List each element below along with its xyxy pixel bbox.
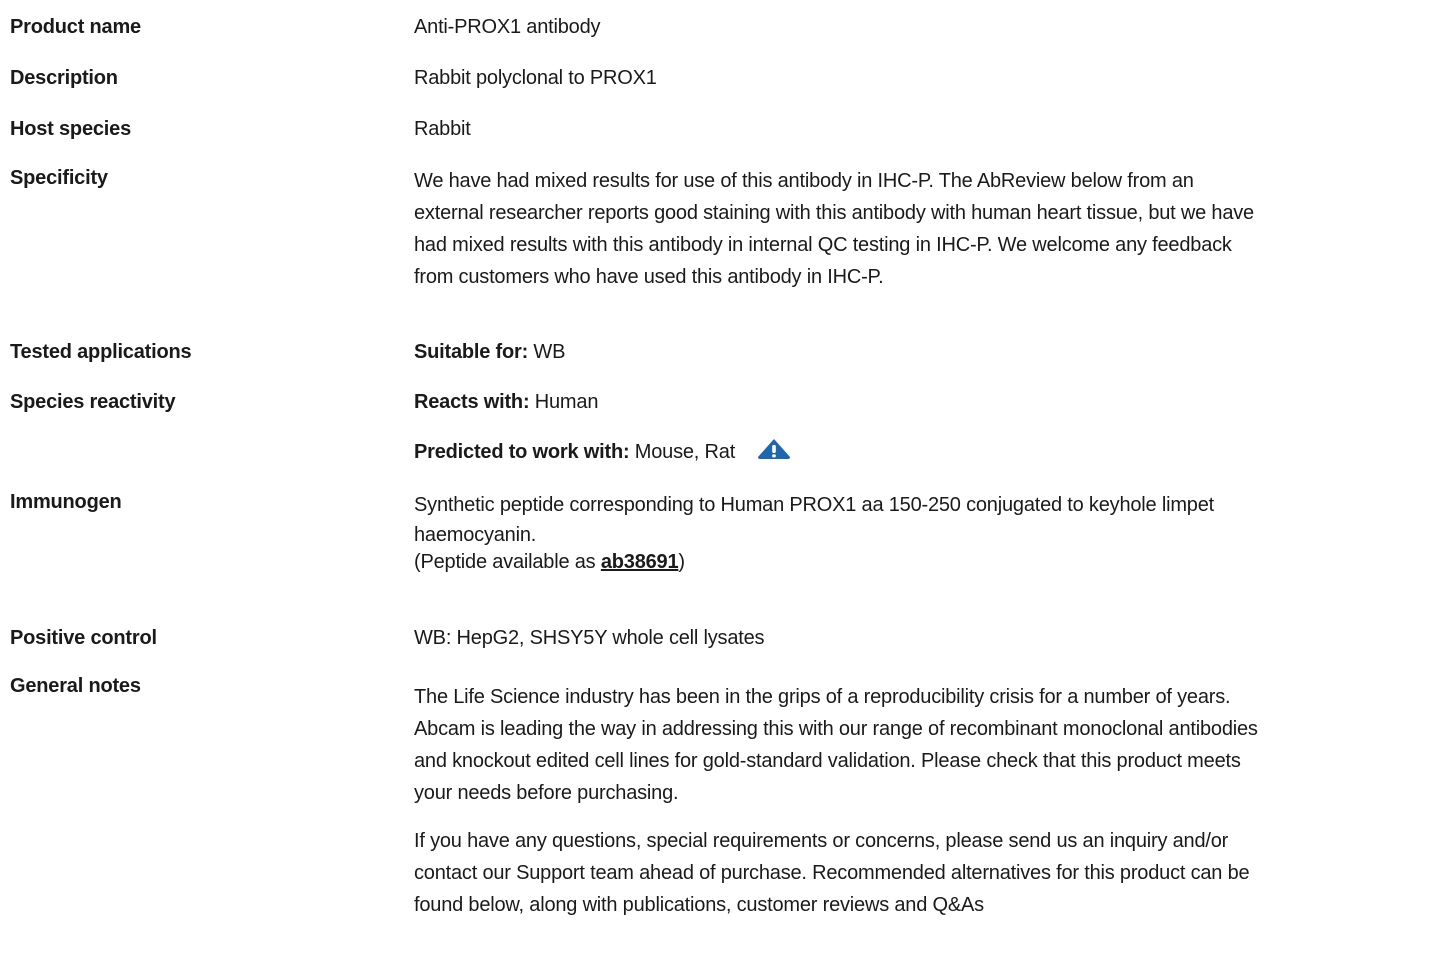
notes-line: If you have any questions, special requi…	[414, 830, 1229, 852]
predicted-value: Mouse, Rat	[629, 441, 736, 463]
immunogen-line: Synthetic peptide corresponding to Human…	[414, 494, 1214, 516]
description-label: Description	[10, 67, 118, 89]
immunogen-value: Synthetic peptide corresponding to Human…	[414, 489, 1448, 575]
peptide-prefix: (Peptide available as	[414, 551, 601, 573]
product-name-value: Anti-PROX1 antibody	[414, 16, 601, 38]
host-species-label: Host species	[10, 118, 131, 140]
reacts-with: Reacts with: Human	[414, 389, 1448, 415]
specificity-line: We have had mixed results for use of thi…	[414, 170, 1194, 192]
reacts-with-prefix: Reacts with:	[414, 391, 530, 413]
notes-line: and knockout edited cell lines for gold-…	[414, 750, 1241, 772]
product-name-label: Product name	[10, 16, 141, 38]
specificity-line: from customers who have used this antibo…	[414, 266, 884, 288]
description-value: Rabbit polyclonal to PROX1	[414, 67, 657, 89]
predicted-prefix: Predicted to work with:	[414, 441, 630, 463]
warning-icon[interactable]	[757, 438, 791, 460]
specificity-label: Specificity	[10, 167, 108, 189]
notes-line: your needs before purchasing.	[414, 782, 679, 804]
immunogen-line: haemocyanin.	[414, 524, 537, 546]
notes-paragraph-2: If you have any questions, special requi…	[414, 825, 1448, 921]
peptide-availability: (Peptide available as ab38691)	[414, 549, 1448, 575]
tested-applications-label: Tested applications	[10, 341, 192, 363]
peptide-link[interactable]: ab38691	[601, 551, 679, 573]
notes-line: contact our Support team ahead of purcha…	[414, 862, 1250, 884]
specificity-line: had mixed results with this antibody in …	[414, 234, 1232, 256]
host-species-value: Rabbit	[414, 118, 471, 140]
predicted-to-work-with: Predicted to work with: Mouse, Rat	[414, 438, 1448, 465]
specificity-value: We have had mixed results for use of thi…	[414, 165, 1448, 293]
species-reactivity-value: Reacts with: Human Predicted to work wit…	[414, 389, 1448, 465]
general-notes-value: The Life Science industry has been in th…	[414, 681, 1448, 921]
notes-line: Abcam is leading the way in addressing t…	[414, 718, 1258, 740]
general-notes-label: General notes	[10, 675, 141, 697]
immunogen-label: Immunogen	[10, 491, 122, 513]
notes-line: The Life Science industry has been in th…	[414, 686, 1231, 708]
reacts-with-value: Human	[529, 391, 599, 413]
notes-line: found below, along with publications, cu…	[414, 894, 984, 916]
notes-paragraph-1: The Life Science industry has been in th…	[414, 681, 1448, 809]
positive-control-value: WB: HepG2, SHSY5Y whole cell lysates	[414, 627, 765, 649]
tested-applications-value: Suitable for: WB	[414, 339, 1448, 365]
datasheet: Product name Anti-PROX1 antibody Descrip…	[0, 0, 1448, 954]
specificity-line: external researcher reports good stainin…	[414, 202, 1254, 224]
peptide-suffix: )	[678, 551, 685, 573]
positive-control-label: Positive control	[10, 627, 157, 649]
suitable-for-prefix: Suitable for:	[414, 341, 529, 363]
suitable-for-value: WB	[528, 341, 566, 363]
species-reactivity-label: Species reactivity	[10, 391, 176, 413]
